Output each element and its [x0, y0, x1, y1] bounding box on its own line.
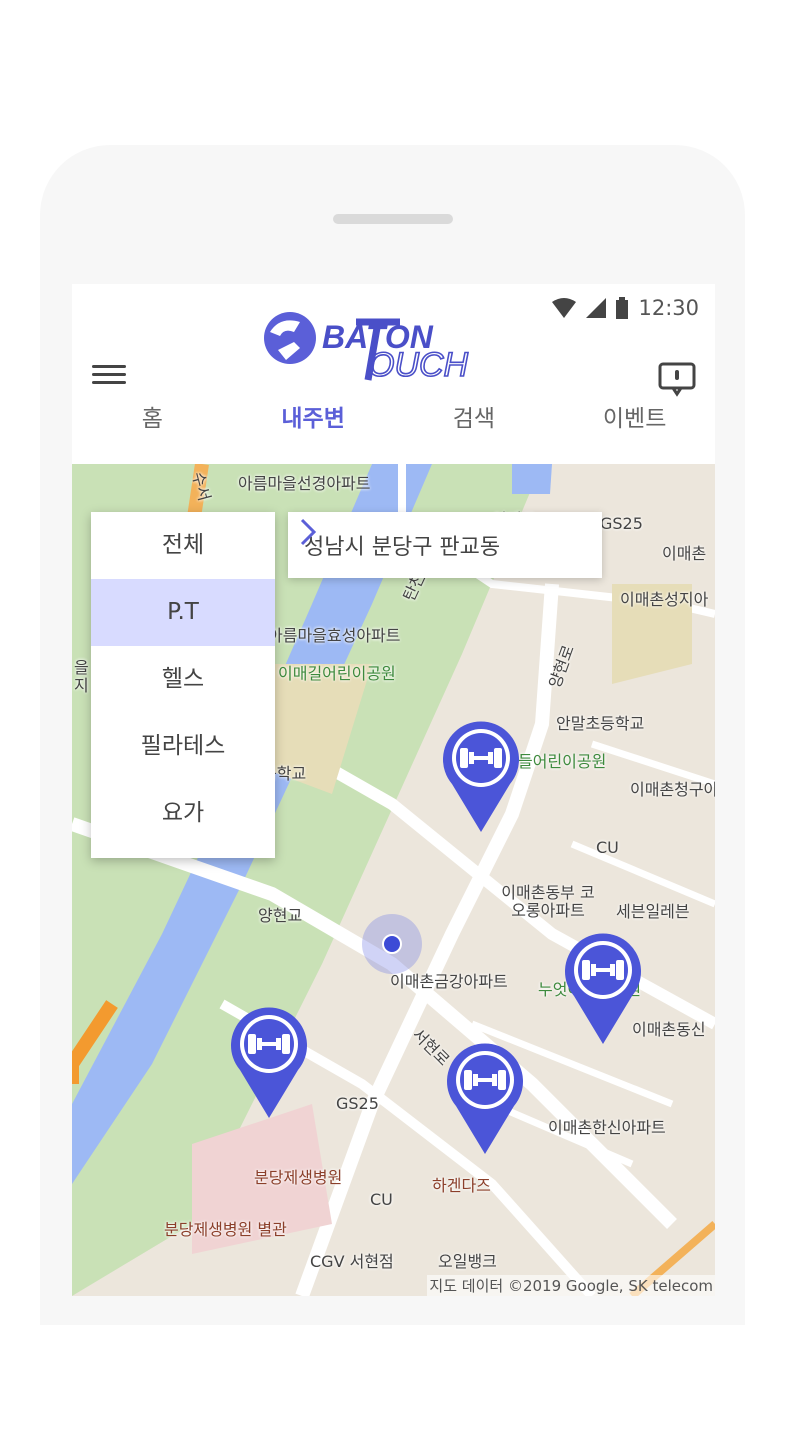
category-pt[interactable]: P.T	[91, 579, 275, 646]
tab-bar: 홈 내주변 검색 이벤트	[72, 394, 715, 454]
signal-icon	[586, 298, 607, 318]
status-bar: 12:30	[552, 290, 699, 326]
status-time: 12:30	[638, 296, 699, 320]
phone-speaker	[333, 214, 453, 224]
wifi-icon	[552, 298, 577, 318]
map-label: 이매길어린이공원	[278, 664, 396, 683]
chat-bubble-icon[interactable]	[657, 358, 697, 398]
map-label: 양현교	[258, 906, 303, 925]
category-pilates[interactable]: 필라테스	[91, 713, 275, 780]
map-label: 분당제생병원 별관	[164, 1220, 287, 1239]
map-label: 아름마을효성아파트	[268, 626, 401, 645]
dumbbell-pin-icon[interactable]	[444, 1040, 526, 1156]
dumbbell-pin-icon[interactable]	[228, 1004, 310, 1120]
map-label: GS25	[336, 1094, 379, 1113]
app-screen: 12:30 BATON OUCH 홈 내주변 검색 이벤트	[72, 284, 715, 1296]
tab-home[interactable]: 홈	[72, 394, 233, 454]
map-label: 아름마을선경아파트	[238, 474, 371, 493]
category-yoga[interactable]: 요가	[91, 780, 275, 847]
map-copyright: 지도 데이터 ©2019 Google, SK telecom	[427, 1275, 715, 1296]
battery-icon	[616, 297, 629, 319]
map-label: 이매촌동부 코오롱아파트	[501, 883, 595, 920]
map-label: 이매촌한신아파트	[548, 1118, 666, 1137]
location-label: 성남시 분당구 판교동	[304, 535, 501, 560]
map-label: 세븐일레븐	[616, 902, 690, 921]
map-label: 이매촌금강아파트	[390, 972, 508, 991]
map-label: 들어린이공원	[518, 752, 607, 771]
category-dropdown: 전체 P.T 헬스 필라테스 요가	[91, 512, 275, 858]
map-label: 하겐다즈	[432, 1176, 491, 1195]
app-header: 12:30 BATON OUCH 홈 내주변 검색 이벤트	[72, 284, 715, 464]
map-label: 안말초등학교	[556, 714, 645, 733]
menu-button[interactable]	[92, 360, 126, 390]
map-label: 지	[74, 676, 89, 695]
location-selector[interactable]: 성남시 분당구 판교동	[288, 512, 602, 578]
map-label: GS25	[600, 514, 643, 533]
hamburger-icon	[92, 365, 126, 368]
logo-mark-icon	[264, 312, 316, 364]
map-label: 이매촌	[662, 544, 707, 563]
map-label: 오일뱅크	[438, 1252, 497, 1271]
map-label: CU	[370, 1190, 393, 1209]
current-location-marker	[362, 914, 422, 974]
category-all[interactable]: 전체	[91, 512, 275, 579]
map-label: CGV 서현점	[310, 1252, 394, 1271]
map-label: 이매촌청구아	[630, 780, 715, 799]
chevron-right-icon	[300, 518, 317, 546]
map-view[interactable]: 아름마을선경아파트 이매교 GS25 이매촌 이매촌성지아 아름마을효성아파트 …	[72, 464, 715, 1296]
tab-events[interactable]: 이벤트	[554, 394, 715, 454]
map-label: CU	[596, 838, 619, 857]
map-label: 이매촌성지아	[620, 590, 709, 609]
tab-nearby[interactable]: 내주변	[233, 394, 394, 454]
logo-text-bottom: OUCH	[368, 346, 469, 384]
category-health[interactable]: 헬스	[91, 646, 275, 713]
dumbbell-pin-icon[interactable]	[562, 930, 644, 1046]
map-label: 분당제생병원	[254, 1168, 343, 1187]
tab-search[interactable]: 검색	[394, 394, 555, 454]
baton-touch-logo: BATON OUCH	[264, 312, 469, 385]
dumbbell-pin-icon[interactable]	[440, 718, 522, 834]
